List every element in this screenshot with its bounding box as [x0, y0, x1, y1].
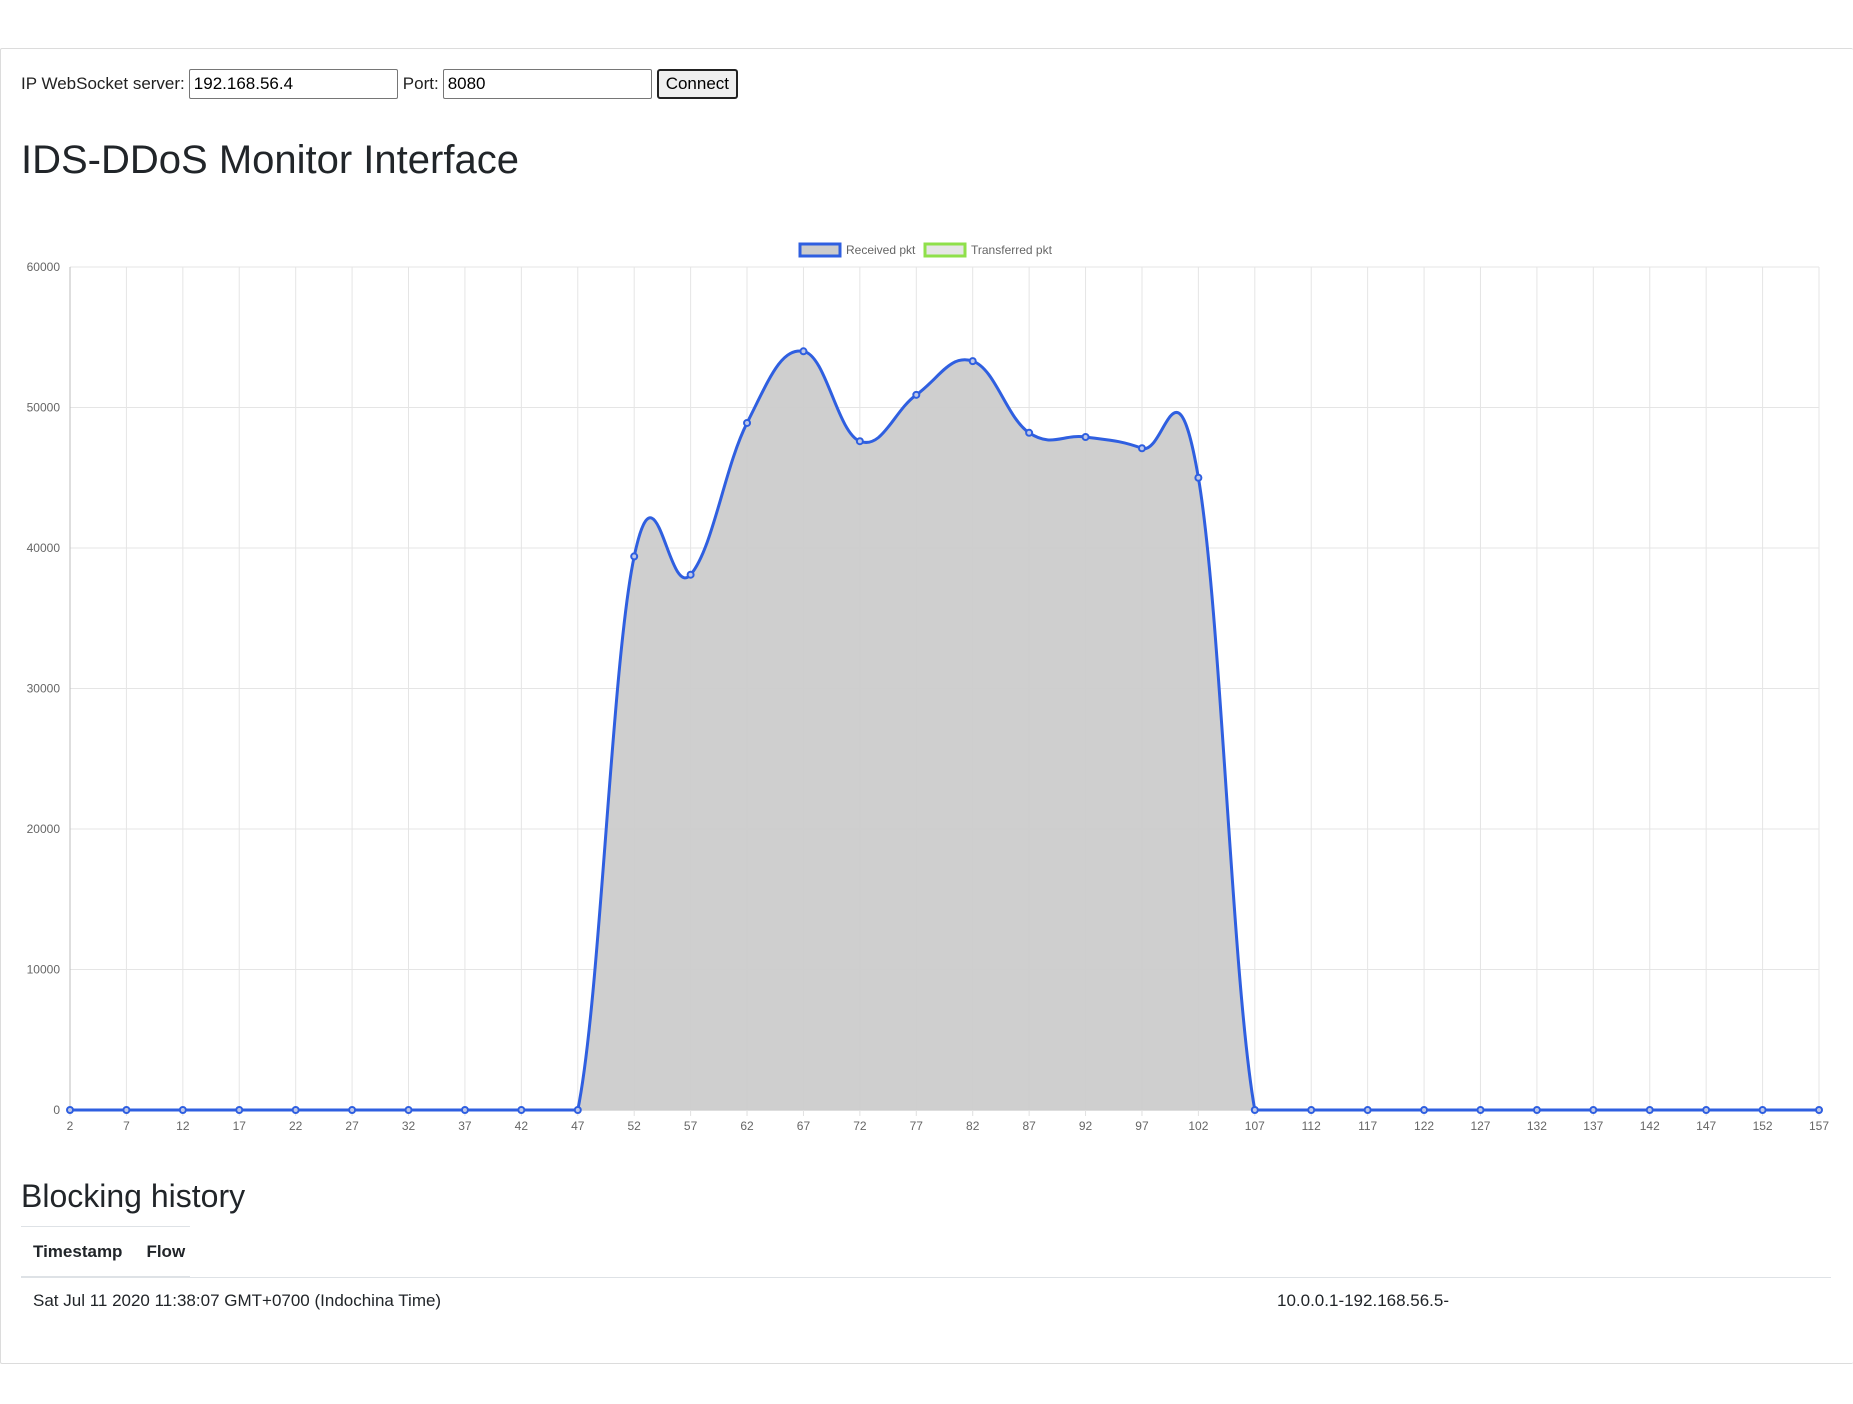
- x-tick-label: 102: [1188, 1119, 1208, 1133]
- x-tick-label: 132: [1527, 1119, 1547, 1133]
- y-tick-label: 30000: [27, 682, 61, 696]
- x-tick-label: 72: [853, 1119, 867, 1133]
- received-point: [1589, 1106, 1598, 1114]
- y-tick-label: 10000: [27, 963, 61, 977]
- x-tick-label: 157: [1809, 1119, 1829, 1133]
- received-point: [1363, 1106, 1372, 1114]
- received-point: [1702, 1106, 1711, 1114]
- received-point: [517, 1106, 526, 1114]
- x-tick-label: 147: [1696, 1119, 1716, 1133]
- x-tick-label: 82: [966, 1119, 980, 1133]
- x-tick-label: 112: [1302, 1119, 1321, 1133]
- timestamp-column-header: Timestamp: [33, 1241, 123, 1261]
- blocking-history-title: Blocking history: [21, 1178, 246, 1214]
- x-tick-label: 107: [1245, 1119, 1265, 1133]
- received-point: [460, 1106, 469, 1114]
- x-tick-label: 137: [1583, 1119, 1603, 1133]
- received-point: [235, 1106, 244, 1114]
- received-point: [1758, 1106, 1767, 1114]
- history-divider: [21, 1277, 1831, 1278]
- received-point: [1532, 1106, 1541, 1114]
- x-tick-label: 2: [67, 1119, 74, 1133]
- flow-cell: 10.0.0.1-192.168.56.5-: [1277, 1291, 1450, 1310]
- legend-transferred-swatch: [923, 242, 967, 258]
- packet-chart-svg: 01000020000300004000050000600002 7 12 17 22 2…: [27, 242, 1829, 1133]
- received-point: [1025, 428, 1034, 437]
- x-tick-label: 127: [1470, 1119, 1490, 1133]
- legend-received-swatch: [798, 242, 842, 258]
- received-point: [686, 570, 695, 579]
- x-tick-label: 22: [289, 1119, 303, 1133]
- received-point: [1250, 1106, 1259, 1114]
- x-tick-label: 92: [1079, 1119, 1093, 1133]
- x-tick-label: 42: [515, 1119, 529, 1133]
- x-tick-label: 17: [233, 1119, 247, 1133]
- received-point: [743, 418, 752, 427]
- page-title: IDS-DDoS Monitor Interface: [21, 138, 519, 182]
- x-tick-label: 77: [910, 1119, 924, 1133]
- x-tick-label: 117: [1358, 1119, 1377, 1133]
- legend-received-label: Received pkt: [846, 243, 916, 257]
- received-point: [291, 1106, 300, 1114]
- ip-label: IP WebSocket server:: [21, 74, 185, 93]
- connection-form: IP WebSocket server: Port: Connect: [21, 69, 739, 99]
- x-tick-label: 27: [345, 1119, 359, 1133]
- x-tick-label: 47: [571, 1119, 585, 1133]
- received-point: [1815, 1106, 1823, 1114]
- y-tick-label: 0: [53, 1103, 60, 1117]
- table-row: Sat Jul 11 2020 11:38:07 GMT+0700 (Indoc…: [21, 1280, 1831, 1324]
- packet-chart: 0 10000 20000 30000 40000 50000 60000 2 7 12 17 22 2…: [0, 230, 1853, 1140]
- x-tick-label: 62: [740, 1119, 754, 1133]
- x-tick-label: 57: [684, 1119, 698, 1133]
- x-tick-label: 87: [1022, 1119, 1036, 1133]
- received-point: [404, 1106, 413, 1114]
- received-point: [1645, 1106, 1654, 1114]
- received-point: [573, 1106, 582, 1114]
- x-tick-label: 7: [123, 1119, 130, 1133]
- received-point: [1194, 473, 1203, 482]
- y-tick-label: 20000: [27, 822, 61, 836]
- x-tick-label: 97: [1135, 1119, 1149, 1133]
- history-table-header: Timestamp Flow: [21, 1226, 190, 1278]
- received-point: [122, 1106, 131, 1114]
- received-point: [178, 1106, 187, 1114]
- port-label: Port:: [402, 74, 439, 93]
- received-point: [66, 1106, 74, 1114]
- received-point: [1137, 444, 1146, 453]
- received-point: [968, 357, 977, 366]
- received-point: [1420, 1106, 1429, 1114]
- legend-transferred-label: Transferred pkt: [971, 243, 1053, 257]
- received-point: [855, 437, 864, 446]
- x-tick-label: 52: [628, 1119, 642, 1133]
- x-tick-label: 32: [402, 1119, 416, 1133]
- received-point: [912, 390, 921, 399]
- received-point: [799, 347, 808, 356]
- received-point: [1081, 433, 1090, 442]
- received-point: [348, 1106, 357, 1114]
- received-point: [630, 552, 639, 561]
- x-tick-label: 122: [1414, 1119, 1434, 1133]
- connect-button[interactable]: Connect: [656, 69, 739, 99]
- ip-input[interactable]: [188, 69, 398, 99]
- timestamp-cell: Sat Jul 11 2020 11:38:07 GMT+0700 (Indoc…: [33, 1291, 442, 1310]
- y-tick-label: 50000: [27, 401, 61, 415]
- x-tick-label: 12: [176, 1119, 190, 1133]
- received-area: [70, 351, 1819, 1110]
- x-tick-label: 152: [1753, 1119, 1773, 1133]
- y-tick-label: 60000: [27, 260, 61, 274]
- received-point: [1476, 1106, 1485, 1114]
- x-tick-label: 67: [797, 1119, 811, 1133]
- y-tick-label: 40000: [27, 541, 61, 555]
- x-tick-label: 37: [458, 1119, 472, 1133]
- received-point: [1307, 1106, 1316, 1114]
- x-tick-label: 142: [1640, 1119, 1660, 1133]
- port-input[interactable]: [442, 69, 652, 99]
- flow-column-header: Flow: [146, 1241, 186, 1261]
